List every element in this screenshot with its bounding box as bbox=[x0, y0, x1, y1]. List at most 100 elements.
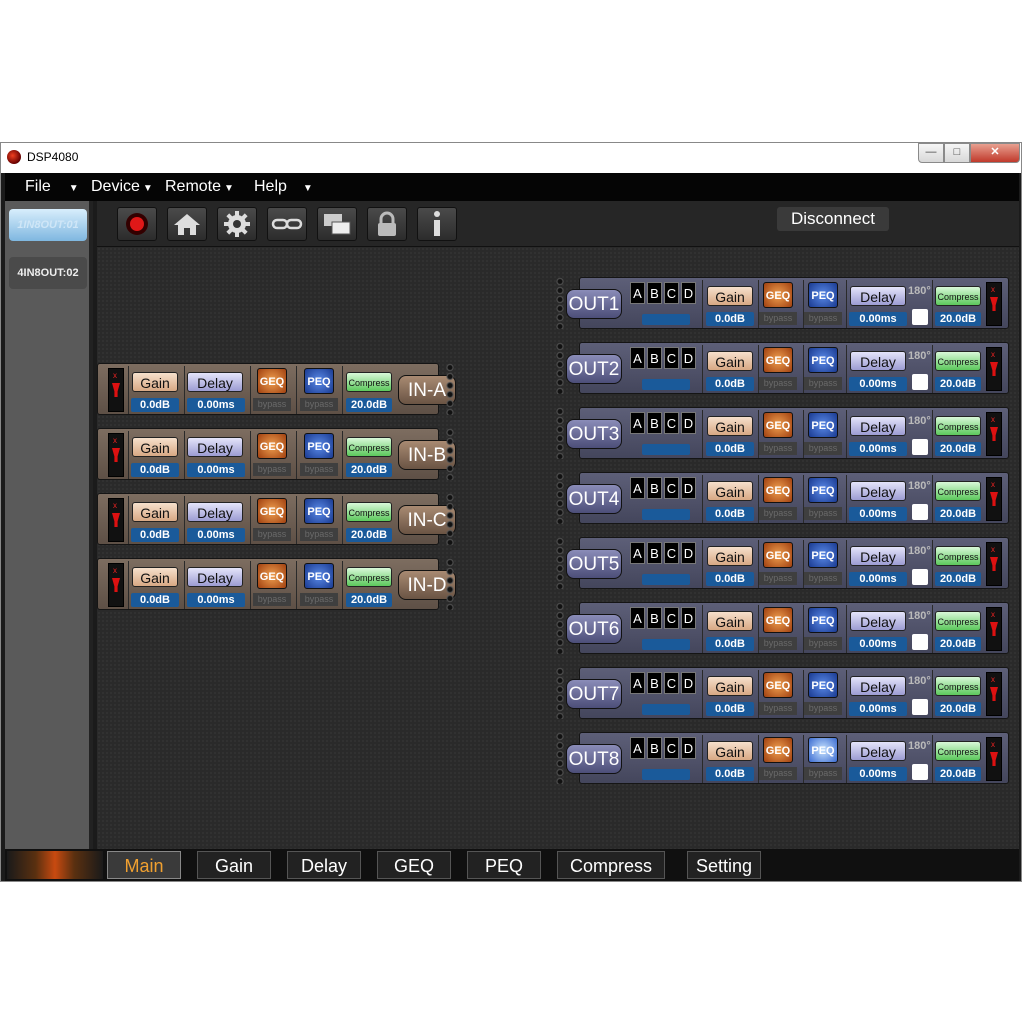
geq-button[interactable]: GEQ bbox=[763, 412, 793, 438]
compress-button[interactable]: Compress bbox=[935, 481, 981, 501]
minimize-button[interactable]: — bbox=[918, 143, 944, 163]
geq-button[interactable]: GEQ bbox=[763, 282, 793, 308]
gain-button[interactable]: Gain bbox=[707, 546, 753, 566]
delay-button[interactable]: Delay bbox=[187, 502, 243, 522]
input-select-c[interactable]: C bbox=[664, 412, 679, 434]
input-select-d[interactable]: D bbox=[681, 347, 696, 369]
geq-bypass[interactable]: bypass bbox=[253, 463, 291, 476]
compress-button[interactable]: Compress bbox=[935, 676, 981, 696]
input-select-a[interactable]: A bbox=[630, 477, 645, 499]
input-select-a[interactable]: A bbox=[630, 542, 645, 564]
input-select-c[interactable]: C bbox=[664, 672, 679, 694]
gain-button[interactable]: Gain bbox=[707, 286, 753, 306]
menu-help[interactable]: Help ▼ bbox=[254, 178, 313, 196]
delay-button[interactable]: Delay bbox=[850, 741, 906, 761]
input-select-d[interactable]: D bbox=[681, 737, 696, 759]
delay-button[interactable]: Delay bbox=[850, 546, 906, 566]
peq-button[interactable]: PEQ bbox=[304, 498, 334, 524]
geq-bypass[interactable]: bypass bbox=[759, 637, 797, 650]
gain-button[interactable]: Gain bbox=[132, 502, 178, 522]
delay-button[interactable]: Delay bbox=[187, 372, 243, 392]
connector-port[interactable] bbox=[553, 537, 567, 589]
tab-peq[interactable]: PEQ bbox=[467, 851, 541, 879]
input-select-c[interactable]: C bbox=[664, 607, 679, 629]
geq-bypass[interactable]: bypass bbox=[759, 507, 797, 520]
tab-setting[interactable]: Setting bbox=[687, 851, 761, 879]
geq-bypass[interactable]: bypass bbox=[759, 312, 797, 325]
peq-button[interactable]: PEQ bbox=[808, 672, 838, 698]
delay-button[interactable]: Delay bbox=[850, 416, 906, 436]
delay-button[interactable]: Delay bbox=[850, 481, 906, 501]
compress-button[interactable]: Compress bbox=[346, 502, 392, 522]
menu-file[interactable]: File ▼ bbox=[25, 178, 79, 196]
geq-button[interactable]: GEQ bbox=[763, 737, 793, 763]
input-select-d[interactable]: D bbox=[681, 542, 696, 564]
geq-button[interactable]: GEQ bbox=[257, 368, 287, 394]
tab-gain[interactable]: Gain bbox=[197, 851, 271, 879]
input-select-b[interactable]: B bbox=[647, 347, 662, 369]
compress-button[interactable]: Compress bbox=[935, 741, 981, 761]
device-item-2[interactable]: 4IN8OUT:02 bbox=[9, 257, 87, 289]
connector-port[interactable] bbox=[443, 363, 457, 415]
connector-port[interactable] bbox=[553, 667, 567, 719]
input-select-c[interactable]: C bbox=[664, 542, 679, 564]
peq-button[interactable]: PEQ bbox=[808, 737, 838, 763]
input-select-a[interactable]: A bbox=[630, 607, 645, 629]
peq-button[interactable]: PEQ bbox=[808, 282, 838, 308]
tab-main[interactable]: Main bbox=[107, 851, 181, 879]
channel-name[interactable]: OUT2 bbox=[566, 354, 622, 384]
peq-bypass[interactable]: bypass bbox=[804, 442, 842, 455]
input-select-a[interactable]: A bbox=[630, 347, 645, 369]
geq-button[interactable]: GEQ bbox=[763, 672, 793, 698]
peq-button[interactable]: PEQ bbox=[808, 412, 838, 438]
gain-button[interactable]: Gain bbox=[707, 676, 753, 696]
device-item-1[interactable]: 1IN8OUT:01 bbox=[9, 209, 87, 241]
compress-button[interactable]: Compress bbox=[935, 611, 981, 631]
delay-button[interactable]: Delay bbox=[850, 676, 906, 696]
connector-port[interactable] bbox=[553, 472, 567, 524]
peq-bypass[interactable]: bypass bbox=[300, 593, 338, 606]
delay-button[interactable]: Delay bbox=[850, 351, 906, 371]
menu-device[interactable]: Device ▼ bbox=[91, 178, 153, 196]
compress-button[interactable]: Compress bbox=[935, 286, 981, 306]
compress-button[interactable]: Compress bbox=[935, 546, 981, 566]
input-select-d[interactable]: D bbox=[681, 412, 696, 434]
lock-icon[interactable] bbox=[367, 207, 407, 241]
phase-invert-checkbox[interactable] bbox=[912, 309, 928, 325]
gain-button[interactable]: Gain bbox=[707, 351, 753, 371]
connector-port[interactable] bbox=[553, 277, 567, 329]
phase-invert-checkbox[interactable] bbox=[912, 764, 928, 780]
phase-invert-checkbox[interactable] bbox=[912, 569, 928, 585]
phase-invert-checkbox[interactable] bbox=[912, 634, 928, 650]
compress-button[interactable]: Compress bbox=[935, 351, 981, 371]
peq-button[interactable]: PEQ bbox=[808, 607, 838, 633]
tab-delay[interactable]: Delay bbox=[287, 851, 361, 879]
input-select-d[interactable]: D bbox=[681, 607, 696, 629]
peq-button[interactable]: PEQ bbox=[808, 477, 838, 503]
input-select-c[interactable]: C bbox=[664, 737, 679, 759]
link-icon[interactable] bbox=[267, 207, 307, 241]
delay-button[interactable]: Delay bbox=[850, 286, 906, 306]
input-select-a[interactable]: A bbox=[630, 672, 645, 694]
channel-name[interactable]: OUT8 bbox=[566, 744, 622, 774]
input-select-b[interactable]: B bbox=[647, 477, 662, 499]
input-select-b[interactable]: B bbox=[647, 282, 662, 304]
peq-button[interactable]: PEQ bbox=[304, 433, 334, 459]
input-select-d[interactable]: D bbox=[681, 672, 696, 694]
delay-button[interactable]: Delay bbox=[850, 611, 906, 631]
compress-button[interactable]: Compress bbox=[346, 567, 392, 587]
channel-name[interactable]: OUT4 bbox=[566, 484, 622, 514]
geq-bypass[interactable]: bypass bbox=[759, 767, 797, 780]
gain-button[interactable]: Gain bbox=[132, 372, 178, 392]
geq-bypass[interactable]: bypass bbox=[759, 377, 797, 390]
record-icon[interactable] bbox=[117, 207, 157, 241]
maximize-button[interactable]: □ bbox=[944, 143, 970, 163]
input-select-c[interactable]: C bbox=[664, 347, 679, 369]
phase-invert-checkbox[interactable] bbox=[912, 374, 928, 390]
compress-button[interactable]: Compress bbox=[346, 437, 392, 457]
phase-invert-checkbox[interactable] bbox=[912, 439, 928, 455]
channel-name[interactable]: OUT6 bbox=[566, 614, 622, 644]
compress-button[interactable]: Compress bbox=[346, 372, 392, 392]
peq-button[interactable]: PEQ bbox=[808, 347, 838, 373]
peq-bypass[interactable]: bypass bbox=[804, 312, 842, 325]
